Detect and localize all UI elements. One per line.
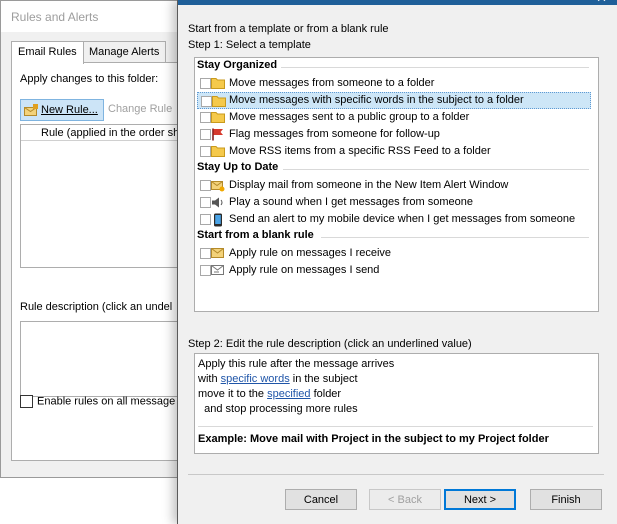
description-line: and stop processing more rules	[198, 403, 358, 415]
template-checkbox[interactable]	[200, 248, 211, 259]
group-title: Stay Organized	[197, 59, 278, 71]
group-title: Start from a blank rule	[197, 229, 314, 241]
template-item[interactable]: Send an alert to my mobile device when I…	[197, 211, 591, 228]
rules-alerts-titlebar: Rules and Alerts	[1, 1, 199, 32]
new-rule-label: New Rule...	[41, 104, 98, 116]
apply-changes-label: Apply changes to this folder:	[20, 73, 159, 85]
template-label: Flag messages from someone for follow-up	[229, 128, 440, 140]
template-checkbox[interactable]	[200, 146, 211, 157]
speaker-icon	[211, 196, 225, 209]
template-label: Apply rule on messages I send	[229, 264, 380, 276]
new-rule-icon	[24, 104, 39, 117]
template-item-selected[interactable]: Move messages with specific words in the…	[197, 92, 591, 109]
template-list[interactable]: Stay Organized Move messages from someon…	[194, 57, 599, 312]
template-checkbox[interactable]	[200, 214, 211, 225]
close-icon[interactable]: ✕	[596, 0, 607, 6]
rules-and-alerts-window: Rules and Alerts Email Rules Manage Aler…	[0, 0, 200, 478]
wizard-intro: Start from a template or from a blank ru…	[188, 23, 389, 35]
folder-icon	[212, 95, 226, 108]
mail-alert-icon	[211, 179, 225, 192]
group-title: Stay Up to Date	[197, 161, 279, 173]
example-text: Example: Move mail with Project in the s…	[198, 433, 549, 445]
template-label: Move messages with specific words in the…	[229, 94, 524, 106]
group-divider	[283, 169, 589, 170]
template-item[interactable]: Move RSS items from a specific RSS Feed …	[197, 143, 591, 160]
template-checkbox[interactable]	[200, 180, 211, 191]
template-item[interactable]: Flag messages from someone for follow-up	[197, 126, 591, 143]
step2-label: Step 2: Edit the rule description (click…	[188, 338, 472, 350]
description-line: move it to the specified folder	[198, 388, 341, 400]
mobile-icon	[211, 213, 225, 227]
template-checkbox[interactable]	[200, 112, 211, 123]
enable-rules-checkbox[interactable]: Enable rules on all message	[20, 395, 175, 408]
next-button[interactable]: Next >	[444, 489, 516, 510]
back-button[interactable]: < Back	[369, 489, 441, 510]
template-label: Apply rule on messages I receive	[229, 247, 392, 259]
specific-words-link[interactable]: specific words	[221, 373, 290, 385]
rules-wizard-window: ✕ Start from a template or from a blank …	[177, 0, 617, 524]
email-rules-panel: Apply changes to this folder: New Rule..…	[11, 62, 199, 461]
group-divider	[321, 237, 589, 238]
template-label: Move messages sent to a public group to …	[229, 111, 470, 123]
group-stay-organized: Stay Organized	[197, 59, 595, 75]
template-item[interactable]: Move messages from someone to a folder	[197, 75, 591, 92]
envelope-icon	[211, 247, 225, 260]
template-label: Display mail from someone in the New Ite…	[229, 179, 509, 191]
description-text: folder	[310, 388, 342, 400]
step1-label: Step 1: Select a template	[188, 39, 311, 51]
rules-list-header[interactable]: Rule (applied in the order sh	[21, 125, 199, 141]
tab-email-rules[interactable]: Email Rules	[11, 41, 84, 64]
rules-alerts-title: Rules and Alerts	[11, 10, 99, 24]
template-label: Move RSS items from a specific RSS Feed …	[229, 145, 491, 157]
group-start-blank-rule: Start from a blank rule	[197, 229, 595, 245]
template-checkbox[interactable]	[200, 197, 211, 208]
specified-folder-link[interactable]: specified	[267, 388, 310, 400]
template-item[interactable]: Play a sound when I get messages from so…	[197, 194, 591, 211]
description-text: move it to the	[198, 388, 268, 400]
rule-description-box	[20, 321, 199, 397]
cancel-button[interactable]: Cancel	[285, 489, 357, 510]
rule-description-editor: Apply this rule after the message arrive…	[194, 353, 599, 454]
template-label: Play a sound when I get messages from so…	[229, 196, 473, 208]
template-item[interactable]: Display mail from someone in the New Ite…	[197, 177, 591, 194]
rules-list[interactable]: Rule (applied in the order sh	[20, 124, 199, 268]
change-rule-button[interactable]: Change Rule	[108, 103, 172, 115]
template-checkbox[interactable]	[200, 265, 211, 276]
template-item[interactable]: Move messages sent to a public group to …	[197, 109, 591, 126]
group-divider	[281, 67, 589, 68]
description-text: in the subject	[289, 373, 358, 385]
description-divider	[198, 426, 593, 427]
enable-rules-label: Enable rules on all message	[37, 395, 176, 408]
description-text: with	[198, 373, 221, 385]
folder-icon	[211, 145, 225, 158]
envelope-send-icon	[211, 264, 225, 277]
finish-button[interactable]: Finish	[530, 489, 602, 510]
template-checkbox[interactable]	[200, 78, 211, 89]
folder-icon	[211, 77, 225, 90]
template-label: Move messages from someone to a folder	[229, 77, 435, 89]
button-divider	[188, 474, 604, 475]
description-line: Apply this rule after the message arrive…	[198, 358, 395, 370]
tab-manage-alerts[interactable]: Manage Alerts	[82, 41, 167, 63]
rule-description-label: Rule description (click an undel	[20, 301, 173, 313]
template-checkbox[interactable]	[201, 96, 212, 107]
folder-icon	[211, 111, 225, 124]
checkbox-icon[interactable]	[20, 395, 33, 408]
flag-icon	[211, 128, 225, 141]
new-rule-button[interactable]: New Rule...	[20, 99, 104, 121]
description-line: with specific words in the subject	[198, 373, 358, 385]
template-label: Send an alert to my mobile device when I…	[229, 213, 576, 225]
template-item[interactable]: Apply rule on messages I receive	[197, 245, 591, 262]
template-item[interactable]: Apply rule on messages I send	[197, 262, 591, 279]
wizard-titlebar: ✕	[178, 0, 617, 5]
group-stay-up-to-date: Stay Up to Date	[197, 161, 595, 177]
template-checkbox[interactable]	[200, 129, 211, 140]
